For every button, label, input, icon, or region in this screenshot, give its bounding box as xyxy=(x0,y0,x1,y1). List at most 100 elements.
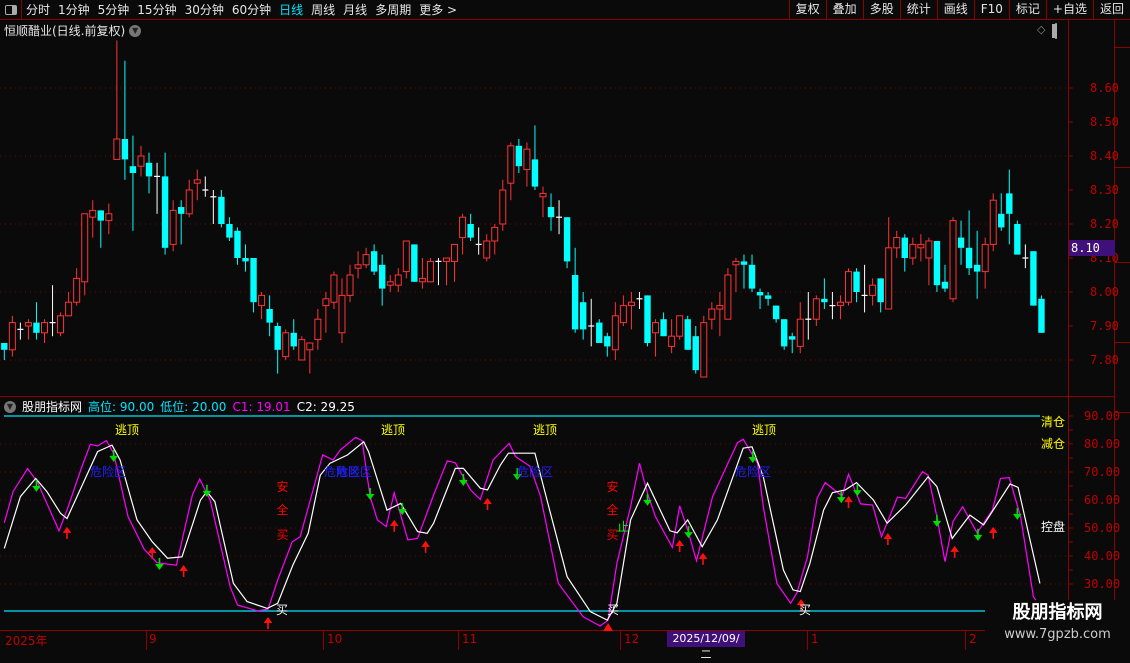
diamond-icon[interactable]: ◇ xyxy=(1037,23,1045,36)
candle-down xyxy=(748,264,756,289)
time-label: 10 xyxy=(327,632,343,646)
side-info-strip[interactable] xyxy=(1115,20,1130,630)
candle-up xyxy=(105,213,113,222)
chevron-down-icon[interactable]: ▼ xyxy=(129,24,142,37)
buy-arrow-icon xyxy=(421,540,430,553)
indicator-name[interactable]: 股朋指标网 xyxy=(22,398,82,415)
candle-up xyxy=(306,342,314,351)
candle-up xyxy=(65,301,73,317)
stop-label: 止 xyxy=(617,520,630,534)
candle-down xyxy=(1006,193,1013,214)
watermark-url: www.7gpzb.com xyxy=(1004,627,1111,642)
candle-up xyxy=(73,277,81,303)
chevron-down-icon[interactable]: ▼ xyxy=(4,400,16,413)
candle-up xyxy=(925,240,933,259)
danger-zone-label: 危险区 xyxy=(517,465,554,479)
candle-up xyxy=(443,257,450,262)
candle-down xyxy=(957,237,965,248)
candle-up xyxy=(732,260,740,266)
candle-down xyxy=(370,251,378,272)
candle-down xyxy=(1014,224,1021,255)
buy-arrow-icon xyxy=(389,519,399,532)
candle-up xyxy=(539,192,547,198)
clear-position-label: 清仓 xyxy=(1041,415,1066,429)
panel-layout-icon[interactable] xyxy=(1055,23,1057,39)
sell-arrow-icon xyxy=(365,488,375,500)
candle-up xyxy=(81,213,89,283)
candle-down xyxy=(756,292,764,296)
candle-down xyxy=(644,295,651,343)
candle-up xyxy=(169,209,177,245)
candle-up xyxy=(909,243,917,259)
candle-up xyxy=(459,216,467,239)
candle-up xyxy=(499,189,507,225)
candle-up xyxy=(282,332,290,358)
candle-down xyxy=(965,247,973,269)
candle-down xyxy=(242,258,249,262)
stock-title-text: 恒顺醋业(日线.前复权) xyxy=(4,24,126,38)
candle-down xyxy=(531,159,539,187)
buy-arrow-icon xyxy=(179,564,188,577)
candle-up xyxy=(354,264,362,269)
candle-up xyxy=(491,226,499,242)
candle-down xyxy=(684,319,691,350)
buy-arrow-icon xyxy=(698,552,708,565)
sell-arrow-icon xyxy=(459,474,468,486)
candle-up xyxy=(418,277,426,283)
watermark-name: 股朋指标网 xyxy=(1012,602,1103,623)
candle-down xyxy=(1,343,8,350)
candle-down xyxy=(998,213,1005,228)
candle-up xyxy=(981,243,989,273)
candle-down xyxy=(660,319,667,337)
buy-arrow-icon xyxy=(950,545,959,558)
candle-up xyxy=(338,294,346,334)
candle-up xyxy=(41,322,48,334)
chart-canvas[interactable] xyxy=(0,0,1130,650)
candle-up xyxy=(668,335,676,347)
candle-up xyxy=(426,260,434,283)
low-level-value: 低位: 20.00 xyxy=(160,400,227,414)
candle-down xyxy=(821,298,828,303)
candle-down xyxy=(740,261,748,265)
candle-up xyxy=(869,284,877,296)
candle-down xyxy=(901,237,908,258)
candle-down xyxy=(853,271,860,292)
candle-up xyxy=(949,220,957,300)
candle-down xyxy=(234,230,241,258)
buy-arrow-icon xyxy=(988,526,998,539)
candle-up xyxy=(137,155,145,167)
candle-down xyxy=(973,264,981,272)
candle-down xyxy=(933,241,941,286)
candle-down xyxy=(547,207,555,218)
sell-arrow-icon xyxy=(643,493,652,506)
candle-up xyxy=(611,315,619,351)
candle-up xyxy=(258,294,266,307)
indicator-header: ▼ 股朋指标网 高位: 90.00 低位: 20.00 C1: 19.01 C2… xyxy=(4,398,355,415)
candle-up xyxy=(298,339,306,361)
candle-up xyxy=(676,315,684,337)
safe-buy-char: 买 xyxy=(276,528,289,542)
candle-up xyxy=(619,305,627,324)
candle-up xyxy=(708,308,716,320)
candle-down xyxy=(1030,251,1037,306)
candle-down xyxy=(604,336,611,347)
candle-down xyxy=(579,302,587,330)
candle-down xyxy=(1038,298,1045,333)
candle-down xyxy=(467,224,474,238)
candle-up xyxy=(57,315,65,334)
candle-up xyxy=(627,301,635,307)
candle-up xyxy=(346,274,354,296)
candle-up xyxy=(523,148,531,171)
buy-arrow-icon xyxy=(883,533,893,546)
buy-label: 买 xyxy=(276,603,289,617)
candle-down xyxy=(121,139,129,160)
time-label: 9 xyxy=(149,632,157,646)
stock-title[interactable]: 恒顺醋业(日线.前复权) ▼ xyxy=(4,22,142,39)
buy-label: 买 xyxy=(607,603,620,617)
candle-up xyxy=(507,145,515,184)
buy-arrow-icon xyxy=(675,540,684,553)
candle-up xyxy=(89,209,97,218)
buy-arrow-icon xyxy=(263,617,273,630)
candle-up xyxy=(885,247,893,310)
cursor-date-tag: 2025/12/09/二 xyxy=(667,631,745,661)
